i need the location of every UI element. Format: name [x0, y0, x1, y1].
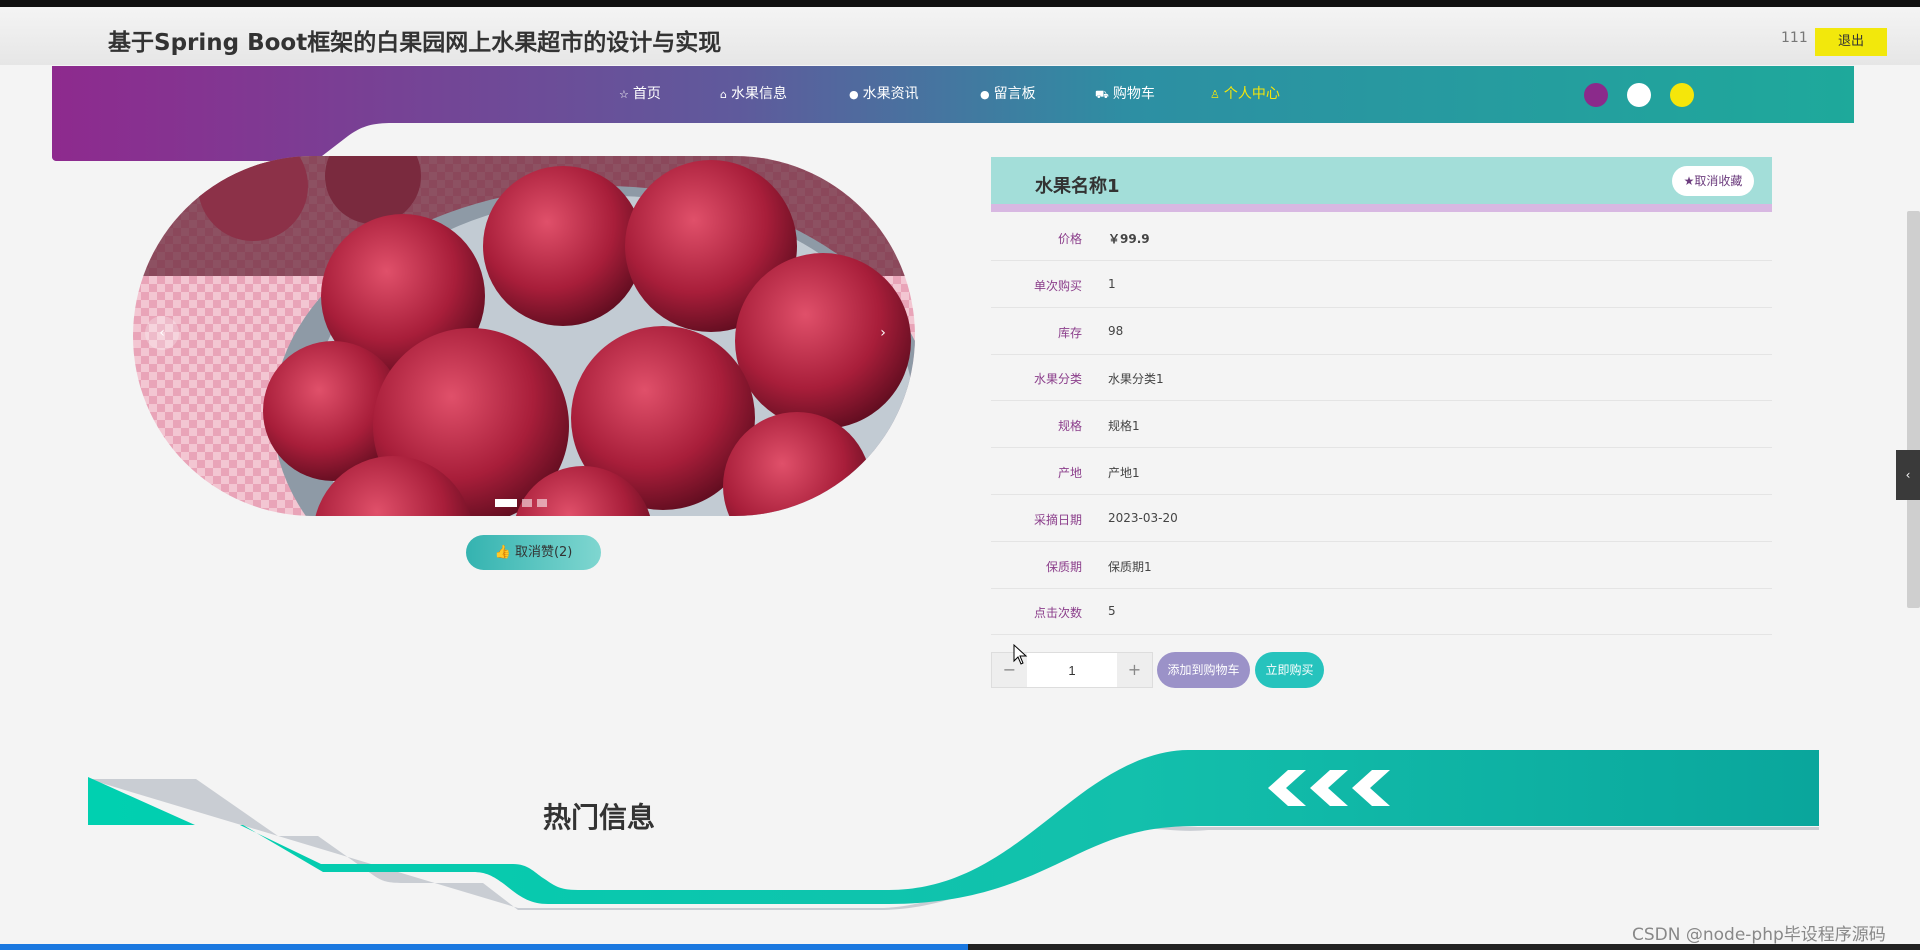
carousel-indicator[interactable] [537, 499, 547, 507]
detail-label: 采摘日期 [1033, 512, 1082, 527]
add-to-cart-button[interactable]: 添加到购物车 [1157, 652, 1250, 688]
product-detail-row: 单次购买 1 [991, 262, 1772, 308]
detail-label: 产地 [1057, 466, 1082, 480]
product-detail-row: 规格 规格1 [991, 402, 1772, 449]
nav-label: 留言板 [993, 86, 1036, 102]
nav-item-fruit-info[interactable]: ⌂ 水果信息 [720, 83, 787, 103]
product-carousel: ‹ › [133, 156, 915, 516]
product-detail-row: 产地 产地1 [991, 449, 1772, 495]
product-header-accent [991, 204, 1772, 212]
theme-dot-white[interactable] [1627, 83, 1651, 107]
product-detail-row: 库存 98 [991, 309, 1772, 355]
side-panel-toggle[interactable]: ‹ [1896, 450, 1920, 500]
detail-value: 保质期1 [1108, 559, 1152, 574]
mouse-cursor-icon [1013, 644, 1028, 665]
site-header: 基于Spring Boot框架的白果园网上水果超市的设计与实现 111 退出 [0, 7, 1920, 65]
nav-label: 首页 [632, 86, 661, 102]
detail-label: 价格 [1057, 232, 1082, 246]
bag-icon: ⌂ [720, 88, 727, 101]
product-detail-row: 保质期 保质期1 [991, 543, 1772, 589]
nav-label: 水果资讯 [862, 86, 919, 102]
product-detail-row: 采摘日期 2023-03-20 [991, 496, 1772, 542]
user-icon: ♙ [1210, 88, 1220, 101]
carousel-indicator[interactable] [495, 499, 517, 507]
logout-button[interactable]: 退出 [1815, 28, 1887, 56]
detail-value: 规格1 [1108, 419, 1140, 434]
question-icon: ● [980, 88, 990, 101]
detail-value: 1 [1108, 276, 1116, 291]
detail-value: 产地1 [1108, 466, 1140, 480]
detail-value: 2023-03-20 [1108, 510, 1178, 525]
nav-label: 个人中心 [1223, 86, 1280, 102]
carousel-prev-button[interactable]: ‹ [145, 316, 179, 350]
detail-value: ￥99.9 [1108, 232, 1150, 246]
unfavorite-label: 取消收藏 [1694, 174, 1743, 188]
quantity-input[interactable] [1028, 653, 1116, 687]
info-icon: ● [849, 88, 859, 101]
quantity-increase-button[interactable]: + [1117, 653, 1152, 687]
hot-section-title: 热门信息 [543, 801, 656, 834]
detail-value: 水果分类1 [1108, 372, 1164, 387]
watermark: CSDN @node-php毕设程序源码 [1632, 925, 1886, 945]
cart-icon: ⛟ [1095, 88, 1109, 101]
video-progress-fill [0, 944, 968, 950]
site-title: 基于Spring Boot框架的白果园网上水果超市的设计与实现 [108, 30, 722, 56]
nav-item-cart[interactable]: ⛟ 购物车 [1095, 83, 1155, 103]
product-image [133, 156, 915, 516]
page-scrollbar[interactable] [1907, 211, 1920, 608]
product-name: 水果名称1 [1035, 176, 1120, 197]
buy-now-button[interactable]: 立即购买 [1255, 652, 1324, 688]
window-top-strip [0, 0, 1920, 7]
detail-label: 保质期 [1045, 559, 1082, 574]
product-detail-row: 水果分类 水果分类1 [991, 355, 1772, 402]
detail-label: 库存 [1057, 325, 1082, 340]
detail-label: 水果分类 [1033, 372, 1082, 387]
nav-item-home[interactable]: ☆ 首页 [619, 83, 661, 103]
unlike-button[interactable]: 👍 取消赞(2) [466, 535, 601, 570]
nav-item-personal-center[interactable]: ♙ 个人中心 [1210, 83, 1280, 103]
detail-label: 单次购买 [1033, 278, 1082, 293]
unfavorite-button[interactable]: ★取消收藏 [1672, 166, 1754, 196]
detail-label: 规格 [1057, 419, 1082, 434]
thumbs-up-icon: 👍 [494, 545, 511, 560]
theme-dot-purple[interactable] [1584, 83, 1608, 107]
star-icon: ★ [1683, 174, 1695, 188]
nav-item-fruit-news[interactable]: ● 水果资讯 [849, 83, 919, 103]
theme-dot-yellow[interactable] [1670, 83, 1694, 107]
product-detail-row: 价格 ￥99.9 [991, 215, 1772, 261]
carousel-indicator[interactable] [522, 499, 532, 507]
nav-label: 水果信息 [730, 86, 787, 102]
detail-label: 点击次数 [1033, 606, 1082, 621]
star-icon: ☆ [619, 88, 629, 101]
unlike-label: 取消赞(2) [514, 545, 573, 560]
detail-value: 98 [1108, 323, 1124, 338]
detail-value: 5 [1108, 604, 1116, 619]
hot-section-banner [88, 750, 1819, 910]
nav-label: 购物车 [1112, 86, 1155, 102]
user-name: 111 [1781, 30, 1808, 46]
product-detail-row: 点击次数 5 [991, 589, 1772, 636]
carousel-next-button[interactable]: › [866, 316, 900, 350]
nav-item-message-board[interactable]: ● 留言板 [980, 83, 1036, 103]
